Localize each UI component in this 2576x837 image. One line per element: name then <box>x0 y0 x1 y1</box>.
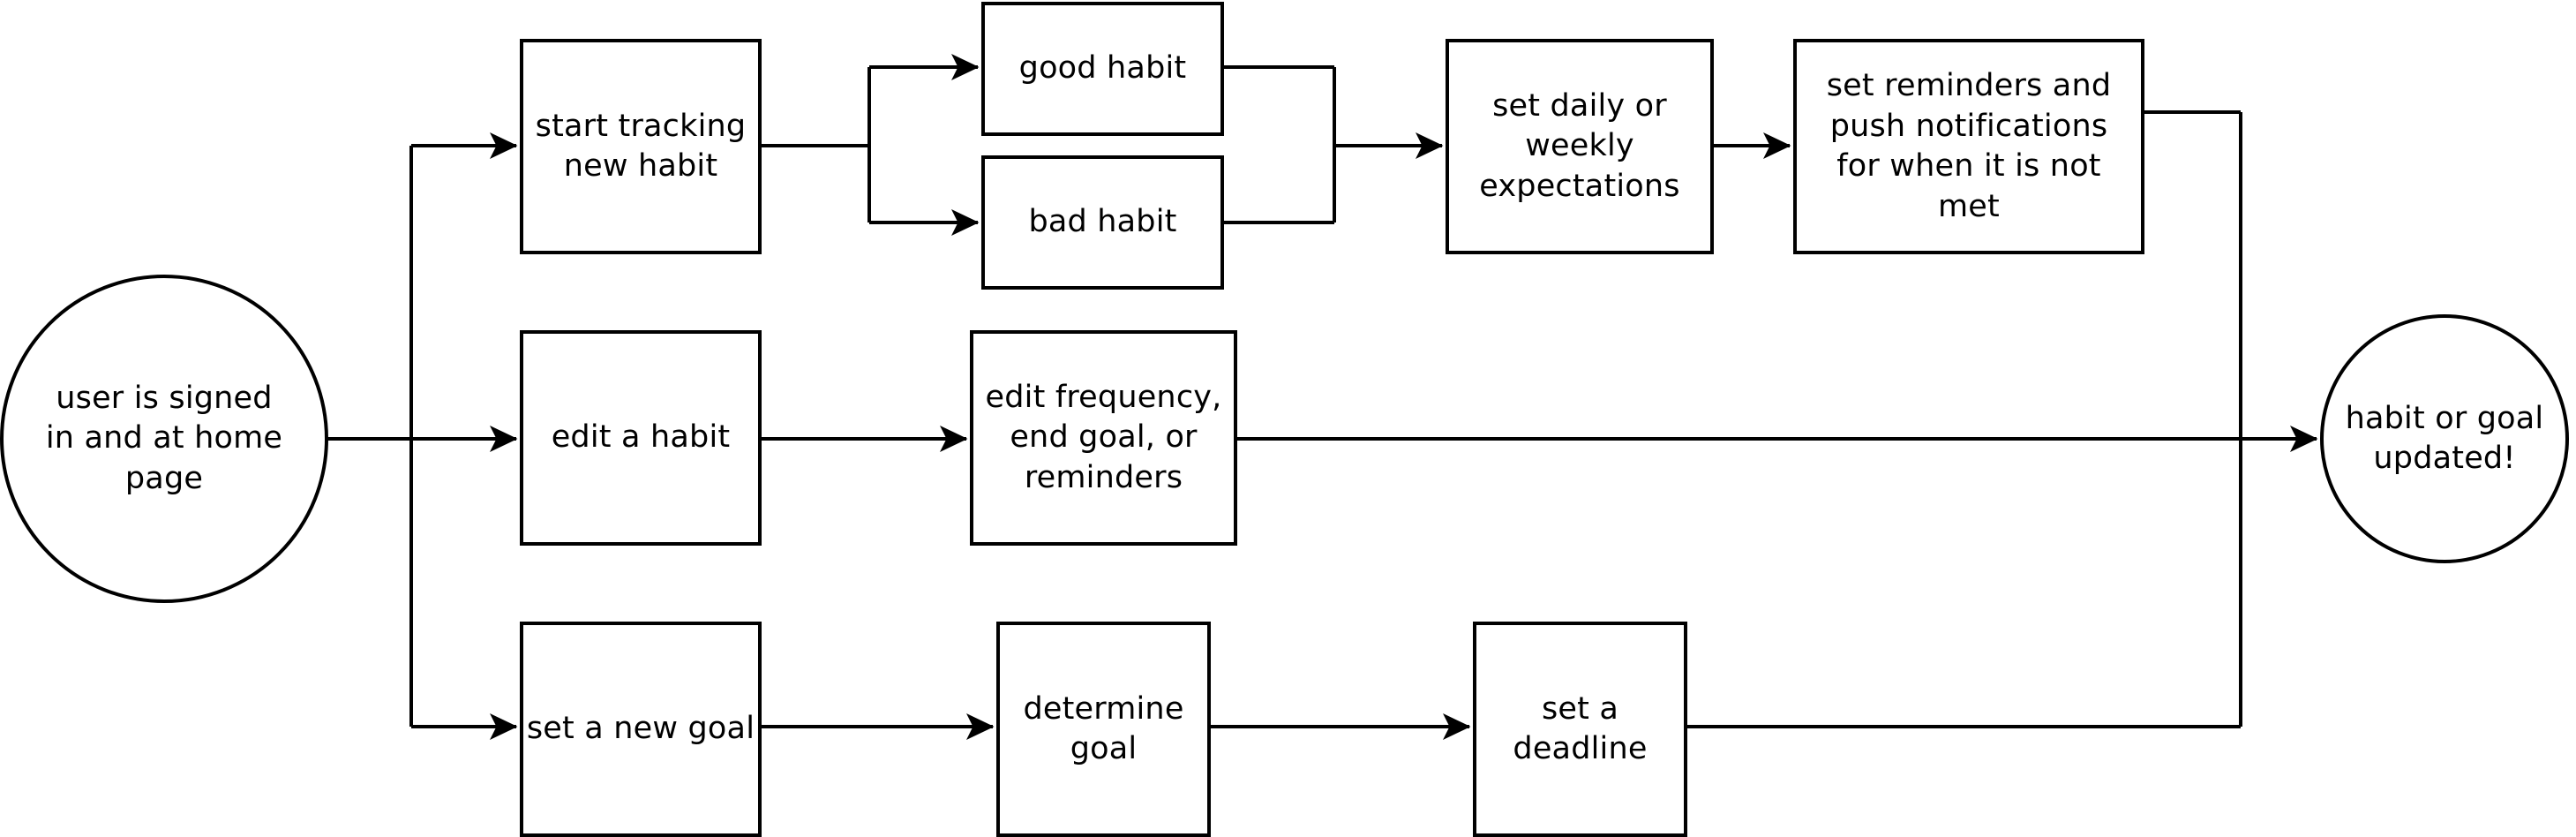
node-shape-end[interactable] <box>2320 314 2569 563</box>
node-shape-start-tracking[interactable] <box>520 39 762 254</box>
node-shape-set-goal[interactable] <box>520 622 762 837</box>
flowchart-canvas: user is signed in and at home page start… <box>0 0 2576 837</box>
node-shape-reminders[interactable] <box>1793 39 2144 254</box>
node-shape-expectations[interactable] <box>1446 39 1714 254</box>
node-shape-edit-frequency[interactable] <box>970 330 1237 546</box>
flowchart-svg <box>0 2 2569 837</box>
node-shape-good-habit[interactable] <box>981 2 1224 136</box>
node-shape-deadline[interactable] <box>1473 622 1687 837</box>
node-shape-edit-habit[interactable] <box>520 330 762 546</box>
node-shape-determine-goal[interactable] <box>996 622 1211 837</box>
node-shape-bad-habit[interactable] <box>981 155 1224 290</box>
node-shape-start[interactable] <box>0 275 328 603</box>
